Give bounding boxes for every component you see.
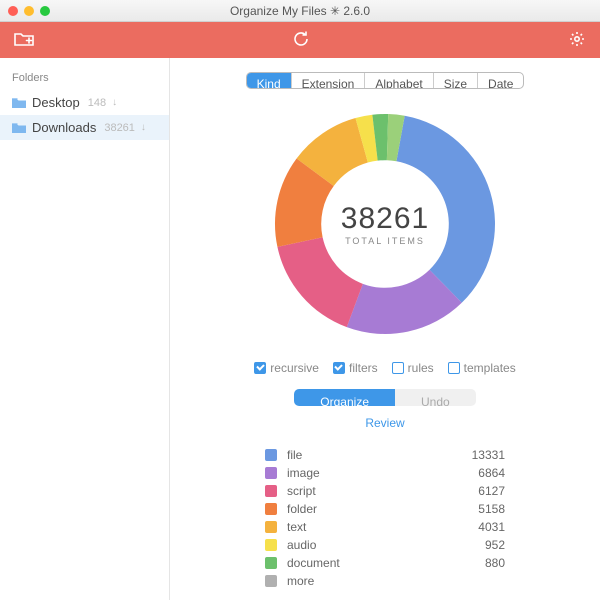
legend-swatch xyxy=(265,485,277,497)
option-rules[interactable]: rules xyxy=(392,361,434,375)
sidebar-item-count: 38261 xyxy=(104,122,135,134)
legend-value: 6864 xyxy=(445,466,505,480)
tab-extension[interactable]: Extension xyxy=(292,73,366,88)
option-recursive[interactable]: recursive xyxy=(254,361,319,375)
option-label: templates xyxy=(464,361,516,375)
legend-row-more: more xyxy=(265,572,505,590)
sidebar-item-label: Desktop xyxy=(32,95,80,110)
legend-label: text xyxy=(287,520,445,534)
legend-swatch xyxy=(265,575,277,587)
option-templates[interactable]: templates xyxy=(448,361,516,375)
sidebar-header: Folders xyxy=(0,68,169,90)
folder-plus-icon xyxy=(14,31,34,47)
donut-chart: 38261 TOTAL ITEMS xyxy=(260,99,510,349)
window-title: Organize My Files ✳ 2.6.0 xyxy=(0,4,600,18)
legend-label: image xyxy=(287,466,445,480)
checkbox-icon xyxy=(392,362,404,374)
content: Folders Desktop 148 ↓ Downloads 38261 ↓ … xyxy=(0,58,600,600)
total-count: 38261 xyxy=(341,202,429,236)
legend-swatch xyxy=(265,557,277,569)
legend-label: file xyxy=(287,448,445,462)
option-filters[interactable]: filters xyxy=(333,361,378,375)
checkbox-icon xyxy=(448,362,460,374)
legend-swatch xyxy=(265,503,277,515)
tab-date[interactable]: Date xyxy=(478,73,523,88)
tab-size[interactable]: Size xyxy=(434,73,478,88)
folder-icon xyxy=(12,122,26,133)
legend-row-image: image 6864 xyxy=(265,464,505,482)
legend-swatch xyxy=(265,467,277,479)
refresh-icon xyxy=(292,30,310,48)
filter-tabs: KindExtensionAlphabetSizeDate xyxy=(246,72,525,89)
titlebar: Organize My Files ✳ 2.6.0 xyxy=(0,0,600,22)
legend-value: 13331 xyxy=(445,448,505,462)
organize-button[interactable]: Organize xyxy=(294,389,395,406)
legend-row-script: script 6127 xyxy=(265,482,505,500)
legend-value: 4031 xyxy=(445,520,505,534)
legend-value: 880 xyxy=(445,556,505,570)
checkbox-icon xyxy=(254,362,266,374)
options-row: recursive filters rules templates xyxy=(254,361,515,375)
legend-label: audio xyxy=(287,538,445,552)
legend-row-document: document 880 xyxy=(265,554,505,572)
tab-kind[interactable]: Kind xyxy=(247,73,292,88)
gear-icon xyxy=(568,30,586,48)
option-label: recursive xyxy=(270,361,319,375)
legend-label: script xyxy=(287,484,445,498)
legend-swatch xyxy=(265,521,277,533)
legend-label: folder xyxy=(287,502,445,516)
total-label: TOTAL ITEMS xyxy=(345,236,425,246)
legend: file 13331 image 6864 script 6127 folder… xyxy=(265,446,505,590)
tab-alphabet[interactable]: Alphabet xyxy=(365,73,433,88)
sidebar-item-count: 148 xyxy=(88,97,106,109)
add-folder-button[interactable] xyxy=(14,31,34,50)
legend-label: more xyxy=(287,574,445,588)
sidebar-item-label: Downloads xyxy=(32,120,96,135)
legend-label: document xyxy=(287,556,445,570)
main-panel: KindExtensionAlphabetSizeDate 38261 TOTA… xyxy=(170,58,600,600)
option-label: filters xyxy=(349,361,378,375)
legend-row-file: file 13331 xyxy=(265,446,505,464)
checkbox-icon xyxy=(333,362,345,374)
action-buttons: Organize Undo xyxy=(294,389,475,406)
refresh-button[interactable] xyxy=(292,30,310,51)
legend-swatch xyxy=(265,539,277,551)
review-link[interactable]: Review xyxy=(365,416,404,430)
legend-row-audio: audio 952 xyxy=(265,536,505,554)
sidebar-item-downloads[interactable]: Downloads 38261 ↓ xyxy=(0,115,169,140)
legend-value: 952 xyxy=(445,538,505,552)
legend-value: 5158 xyxy=(445,502,505,516)
legend-swatch xyxy=(265,449,277,461)
folder-icon xyxy=(12,97,26,108)
settings-button[interactable] xyxy=(568,30,586,51)
sidebar-item-desktop[interactable]: Desktop 148 ↓ xyxy=(0,90,169,115)
sidebar: Folders Desktop 148 ↓ Downloads 38261 ↓ xyxy=(0,58,170,600)
donut-center: 38261 TOTAL ITEMS xyxy=(260,99,510,349)
option-label: rules xyxy=(408,361,434,375)
toolbar xyxy=(0,22,600,58)
undo-button[interactable]: Undo xyxy=(395,389,476,406)
arrow-down-icon: ↓ xyxy=(141,122,146,133)
arrow-down-icon: ↓ xyxy=(112,97,117,108)
legend-value: 6127 xyxy=(445,484,505,498)
legend-row-text: text 4031 xyxy=(265,518,505,536)
legend-row-folder: folder 5158 xyxy=(265,500,505,518)
